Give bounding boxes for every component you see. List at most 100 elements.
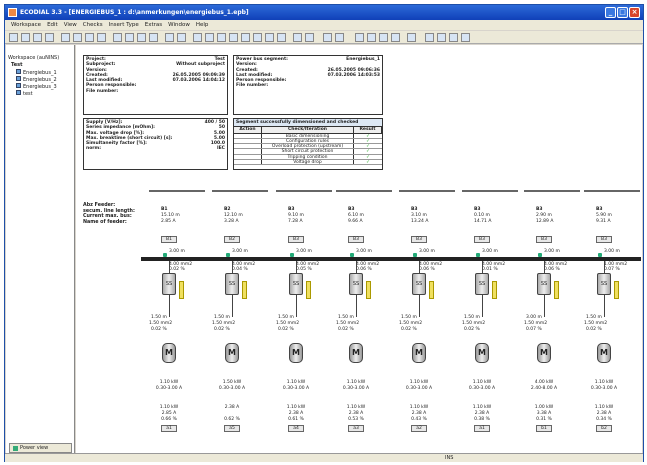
toolbar-button-24[interactable] — [323, 33, 332, 42]
toolbar-button-34[interactable] — [461, 33, 470, 42]
feeder-button[interactable]: B3 — [474, 236, 490, 243]
feeder-button[interactable]: B1 — [161, 236, 177, 243]
feeder-id: B3 — [596, 207, 603, 212]
toolbar-button-5[interactable] — [73, 33, 82, 42]
title-bar[interactable]: ECODIAL 3.3 - [ENERGIEBUS_1 : d:\anmerku… — [5, 5, 643, 20]
load-button[interactable]: a4 — [288, 425, 304, 432]
toolbar-button-28[interactable] — [379, 33, 388, 42]
feeder-button[interactable]: B2 — [224, 236, 240, 243]
toolbar-button-21[interactable] — [277, 33, 286, 42]
toolbar-button-32[interactable] — [437, 33, 446, 42]
bus-tap — [356, 261, 357, 273]
toolbar-button-11[interactable] — [149, 33, 158, 42]
feeder-button[interactable]: B3 — [348, 236, 364, 243]
toolbar-button-26[interactable] — [355, 33, 364, 42]
toolbar-button-29[interactable] — [391, 33, 400, 42]
switch-starter[interactable]: SS — [475, 273, 489, 295]
load-button[interactable]: b2 — [596, 425, 612, 432]
motor-icon[interactable]: M — [289, 343, 303, 363]
toolbar-button-18[interactable] — [241, 33, 250, 42]
toolbar-button-15[interactable] — [205, 33, 214, 42]
menu-item-5[interactable]: Extras — [145, 22, 162, 28]
motor-icon[interactable]: M — [349, 343, 363, 363]
power-view-tab[interactable]: Power view — [9, 443, 72, 453]
motor-power: 1.10 kW — [409, 380, 429, 385]
toolbar-button-19[interactable] — [253, 33, 262, 42]
load-power: 1.10 kW — [286, 405, 306, 410]
bus-connector — [538, 253, 542, 257]
toolbar-button-25[interactable] — [335, 33, 344, 42]
toolbar-button-22[interactable] — [293, 33, 302, 42]
motor-icon[interactable]: M — [225, 343, 239, 363]
menu-item-1[interactable]: Edit — [47, 22, 58, 28]
motor-icon[interactable]: M — [162, 343, 176, 363]
toolbar-button-17[interactable] — [229, 33, 238, 42]
load-button[interactable]: a5 — [224, 425, 240, 432]
toolbar-button-14[interactable] — [193, 33, 202, 42]
toolbar-button-8[interactable] — [113, 33, 122, 42]
menu-item-6[interactable]: Window — [168, 22, 190, 28]
feeder-button[interactable]: B3 — [411, 236, 427, 243]
switch-starter[interactable]: SS — [162, 273, 176, 295]
feeder-button[interactable]: B3 — [596, 236, 612, 243]
switch-starter[interactable]: SS — [225, 273, 239, 295]
load-button[interactable]: a1 — [474, 425, 490, 432]
load-button[interactable]: b1 — [536, 425, 552, 432]
supply-info-box: Supply [V/Hz]: 400 / 50 Series impedance [… — [83, 118, 228, 170]
toolbar-button-2[interactable] — [33, 33, 42, 42]
tree-root[interactable]: Workspace (auNINS) — [8, 55, 72, 62]
menu-item-3[interactable]: Checks — [83, 22, 103, 28]
toolbar-button-6[interactable] — [85, 33, 94, 42]
motor-icon[interactable]: M — [597, 343, 611, 363]
toolbar-button-4[interactable] — [61, 33, 70, 42]
tree-item[interactable]: Energiebus_2 — [16, 76, 72, 83]
switch-starter[interactable]: SS — [289, 273, 303, 295]
toolbar-button-30[interactable] — [407, 33, 416, 42]
tree-item[interactable]: Energiebus_3 — [16, 83, 72, 90]
load-drop: 0.66 % — [161, 417, 177, 422]
toolbar-button-10[interactable] — [137, 33, 146, 42]
tree-item[interactable]: test — [16, 90, 72, 97]
feeder-length: 6.10 m — [348, 213, 364, 218]
toolbar-button-23[interactable] — [305, 33, 314, 42]
minimize-button[interactable]: _ — [605, 7, 616, 18]
menu-item-7[interactable]: Help — [196, 22, 209, 28]
toolbar-button-1[interactable] — [21, 33, 30, 42]
motor-icon[interactable]: M — [412, 343, 426, 363]
switch-starter[interactable]: SS — [597, 273, 611, 295]
tree-item[interactable]: Energiebus_1 — [16, 69, 72, 76]
info-label: File number: — [86, 88, 119, 94]
load-button[interactable]: a1 — [161, 425, 177, 432]
toolbar-button-33[interactable] — [449, 33, 458, 42]
tree-project[interactable]: Test — [8, 62, 72, 69]
toolbar-button-9[interactable] — [125, 33, 134, 42]
toolbar-button-7[interactable] — [97, 33, 106, 42]
load-power: 1.00 kW — [534, 405, 554, 410]
toolbar-button-27[interactable] — [367, 33, 376, 42]
toolbar-button-0[interactable] — [9, 33, 18, 42]
toolbar-button-13[interactable] — [177, 33, 186, 42]
toolbar-button-12[interactable] — [165, 33, 174, 42]
branch-length: 1.50 m — [401, 315, 417, 320]
switch-starter[interactable]: SS — [412, 273, 426, 295]
feeder-button[interactable]: B3 — [536, 236, 552, 243]
menu-item-2[interactable]: View — [64, 22, 77, 28]
toolbar-button-3[interactable] — [45, 33, 54, 42]
menu-item-0[interactable]: Workspace — [11, 22, 41, 28]
branch-line — [232, 295, 233, 317]
switch-starter[interactable]: SS — [537, 273, 551, 295]
motor-icon[interactable]: M — [537, 343, 551, 363]
bus-tap — [169, 261, 170, 273]
maximize-button[interactable]: □ — [617, 7, 628, 18]
load-button[interactable]: a3 — [348, 425, 364, 432]
motor-power: 1.10 kW — [472, 380, 492, 385]
toolbar-button-16[interactable] — [217, 33, 226, 42]
toolbar-button-20[interactable] — [265, 33, 274, 42]
menu-item-4[interactable]: Insert Type — [109, 22, 139, 28]
feeder-button[interactable]: B3 — [288, 236, 304, 243]
motor-icon[interactable]: M — [475, 343, 489, 363]
toolbar-button-31[interactable] — [425, 33, 434, 42]
switch-starter[interactable]: SS — [349, 273, 363, 295]
close-button[interactable]: × — [629, 7, 640, 18]
load-button[interactable]: a2 — [411, 425, 427, 432]
